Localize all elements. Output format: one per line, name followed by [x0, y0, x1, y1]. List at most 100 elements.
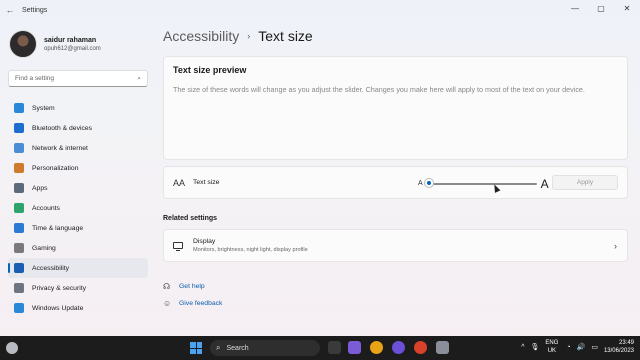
microphone-icon[interactable]: 🎙 — [530, 343, 539, 351]
media-app-icon[interactable] — [392, 341, 405, 354]
sidebar-item-accounts[interactable]: Accounts — [8, 198, 148, 218]
language-indicator[interactable]: ENG UK — [545, 339, 558, 355]
settings-gear-icon[interactable] — [436, 341, 449, 354]
sidebar-item-time-language[interactable]: Time & language — [8, 218, 148, 238]
taskbar: ⌕ Search ^ 🎙 ENG UK ◔ 🔊 ▭ 23:49 13/06/20… — [0, 336, 640, 360]
update-icon — [14, 303, 24, 313]
small-a-label: A — [418, 180, 423, 187]
language-code: ENG — [545, 340, 559, 346]
maximize-button[interactable]: ▢ — [588, 0, 614, 20]
headset-icon: ☊ — [163, 282, 171, 291]
clock-date: 13/06/2023 — [603, 348, 634, 354]
system-tray: ^ 🎙 ENG UK ◔ 🔊 ▭ 23:49 13/06/2023 — [521, 339, 634, 355]
chrome-icon[interactable] — [370, 341, 383, 354]
text-size-label: Text size — [193, 179, 220, 186]
user-email: opuh612@gmail.com — [44, 45, 101, 52]
user-profile[interactable]: saidur rahaman opuh612@gmail.com — [9, 30, 101, 58]
display-settings-link[interactable]: Display Monitors, brightness, night ligh… — [163, 229, 628, 262]
brush-icon — [14, 163, 24, 173]
window-controls: — ▢ ✕ — [562, 0, 640, 20]
taskbar-search-label: Search — [226, 344, 249, 352]
chevron-up-icon[interactable]: ^ — [521, 344, 524, 351]
keyboard-layout: UK — [547, 348, 557, 354]
wifi-icon[interactable]: ◔ — [566, 344, 570, 351]
sidebar-item-personalization[interactable]: Personalization — [8, 158, 148, 178]
sidebar-item-label: Network & internet — [32, 144, 88, 152]
sidebar-item-label: Privacy & security — [32, 284, 87, 292]
window-title: Settings — [22, 6, 48, 14]
start-button[interactable] — [190, 342, 202, 354]
page-title: Text size — [258, 28, 313, 44]
title-bar: ← Settings — ▢ ✕ — [0, 0, 640, 20]
text-size-slider[interactable] — [424, 178, 537, 187]
sidebar-item-network-internet[interactable]: Network & internet — [8, 138, 148, 158]
apps-icon — [14, 183, 24, 193]
sidebar-item-label: Windows Update — [32, 304, 84, 312]
chevron-right-icon: › — [614, 240, 617, 251]
clock-time: 23:49 — [618, 340, 634, 346]
taskbar-search[interactable]: ⌕ Search — [210, 340, 320, 356]
sidebar-item-label: Personalization — [32, 164, 79, 172]
accessibility-icon — [14, 263, 24, 273]
avatar[interactable] — [9, 30, 37, 58]
user-name: saidur rahaman — [44, 36, 97, 44]
sidebar-item-label: Accounts — [32, 204, 60, 212]
search-placeholder: Find a setting — [15, 75, 55, 82]
sidebar-item-label: Bluetooth & devices — [32, 124, 93, 132]
sidebar-item-label: Apps — [32, 184, 48, 192]
sidebar-item-label: Accessibility — [32, 264, 70, 272]
text-size-slider-group: A A — [418, 175, 549, 192]
sidebar-item-label: System — [32, 104, 55, 112]
large-a-label: A — [540, 176, 549, 191]
back-arrow-icon[interactable]: ← — [0, 5, 20, 15]
related-settings-heading: Related settings — [163, 215, 218, 222]
give-feedback-link[interactable]: ☺ Give feedback — [163, 295, 222, 312]
sidebar-item-apps[interactable]: Apps — [8, 178, 148, 198]
display-subtitle: Monitors, brightness, night light, displ… — [193, 247, 308, 253]
network-icon — [14, 143, 24, 153]
preview-title: Text size preview — [173, 65, 247, 75]
search-input[interactable]: Find a setting ⌕ — [8, 70, 148, 87]
monitor-icon — [173, 242, 183, 251]
shield-icon — [14, 283, 24, 293]
minimize-button[interactable]: — — [562, 0, 588, 20]
bluetooth-icon — [14, 123, 24, 133]
gaming-icon — [14, 243, 24, 253]
sidebar-item-label: Time & language — [32, 224, 84, 232]
display-title: Display — [193, 238, 216, 245]
sidebar-item-gaming[interactable]: Gaming — [8, 238, 148, 258]
close-button[interactable]: ✕ — [614, 0, 640, 20]
text-size-preview-card: Text size preview The size of these word… — [163, 56, 628, 160]
apply-button[interactable]: Apply — [552, 175, 618, 190]
text-size-icon: AA — [173, 177, 186, 188]
search-icon: ⌕ — [137, 74, 141, 82]
sidebar-item-privacy-security[interactable]: Privacy & security — [8, 278, 148, 298]
help-links: ☊ Get help ☺ Give feedback — [163, 278, 222, 312]
sidebar-item-system[interactable]: System — [8, 98, 148, 118]
chevron-right-icon: › — [247, 31, 251, 41]
time-icon — [14, 223, 24, 233]
sidebar-nav: System Bluetooth & devices Network & inter… — [8, 98, 148, 318]
breadcrumb-parent[interactable]: Accessibility — [163, 28, 239, 44]
get-help-link[interactable]: ☊ Get help — [163, 278, 222, 295]
slider-thumb[interactable] — [424, 178, 433, 187]
system-icon — [14, 103, 24, 113]
battery-icon[interactable]: ▭ — [591, 343, 598, 351]
preview-text: The size of these words will change as y… — [173, 85, 585, 94]
sidebar-item-bluetooth-devices[interactable]: Bluetooth & devices — [8, 118, 148, 138]
volume-icon[interactable]: 🔊 — [577, 343, 586, 351]
clock[interactable]: 23:49 13/06/2023 — [604, 339, 634, 355]
sidebar-item-label: Gaming — [32, 244, 56, 252]
text-size-card: AA Text size A A Apply — [163, 166, 628, 199]
feedback-icon: ☺ — [163, 299, 172, 308]
sidebar-item-accessibility[interactable]: Accessibility — [8, 258, 148, 278]
give-feedback-label: Give feedback — [179, 300, 223, 307]
search-icon: ⌕ — [216, 343, 221, 352]
teams-icon[interactable] — [348, 341, 361, 354]
weather-icon[interactable] — [6, 342, 18, 354]
task-view-icon[interactable] — [328, 341, 341, 354]
sidebar-item-windows-update[interactable]: Windows Update — [8, 298, 148, 318]
accounts-icon — [14, 203, 24, 213]
breadcrumb: Accessibility › Text size — [163, 28, 313, 44]
opera-icon[interactable] — [414, 341, 427, 354]
